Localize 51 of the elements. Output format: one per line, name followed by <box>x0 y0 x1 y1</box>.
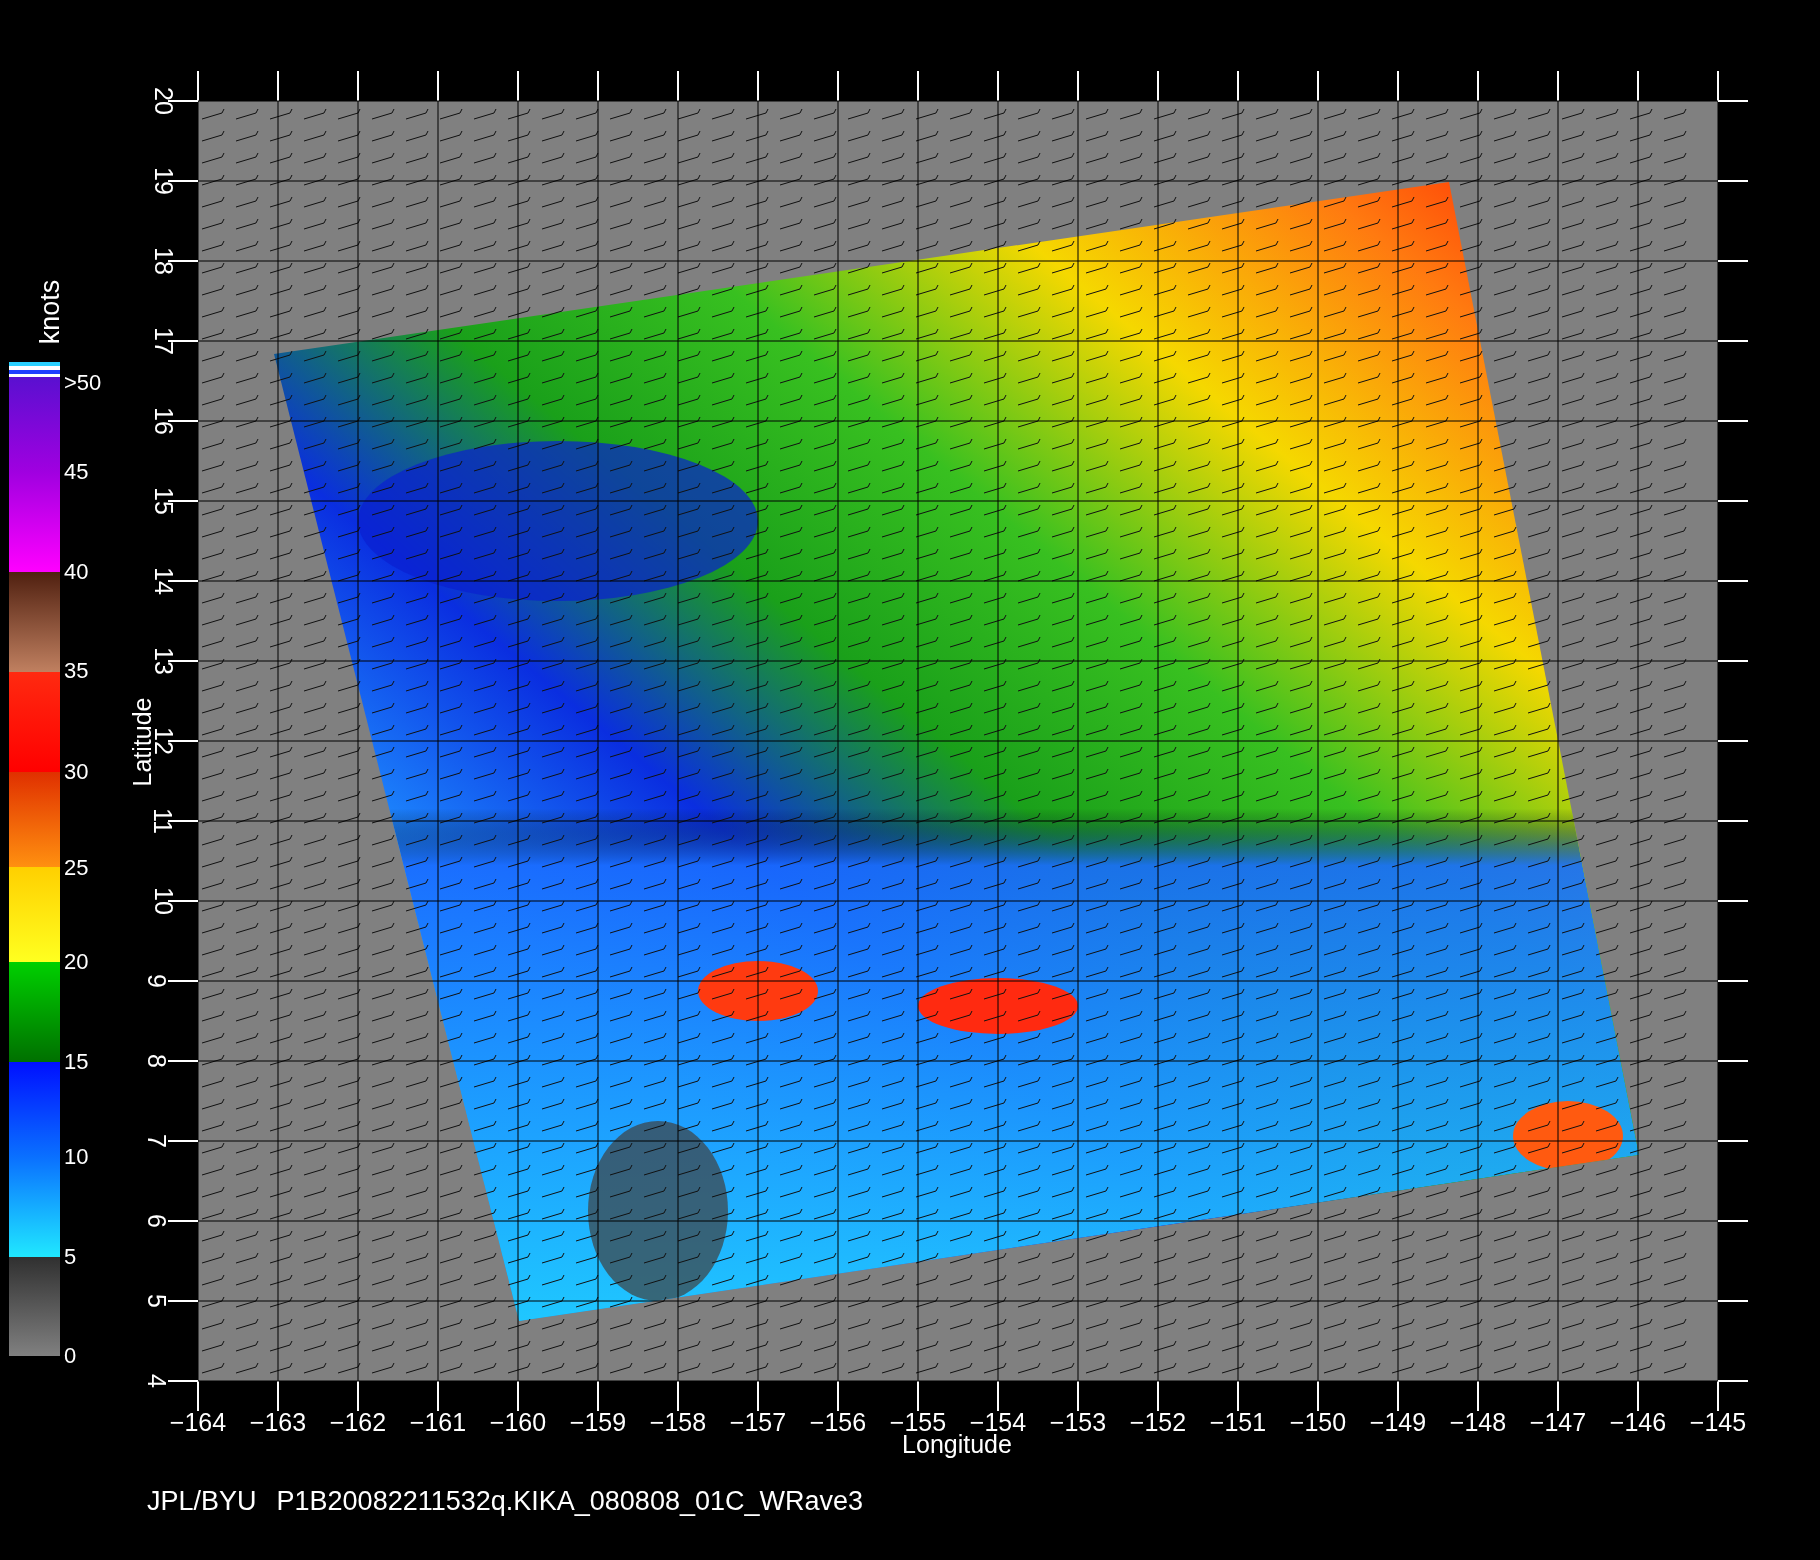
unit-label: knots <box>36 279 64 345</box>
x-tick-label: −162 <box>329 1410 387 1435</box>
footer-text: P1B20082211532q.KIKA_080808_01C_WRave3 <box>276 1488 863 1515</box>
x-tick-label: −164 <box>169 1410 227 1435</box>
y-tick-label: 11 <box>150 808 176 834</box>
x-tick-label: −161 <box>409 1410 467 1435</box>
x-tick-label: −153 <box>1049 1410 1107 1435</box>
scale-label: 40 <box>64 561 89 583</box>
x-tick-label: −147 <box>1529 1410 1587 1435</box>
x-tick-label: −154 <box>969 1410 1027 1435</box>
scale-label: 25 <box>64 857 89 879</box>
y-tick-label: 18 <box>151 247 177 275</box>
scale-label: 10 <box>64 1146 89 1168</box>
y-tick-label: 13 <box>151 647 177 675</box>
scale-label: >50 <box>64 372 102 394</box>
y-tick-label: 16 <box>151 407 177 435</box>
scale-label: 45 <box>64 461 89 483</box>
y-tick-label: 10 <box>151 887 177 915</box>
y-tick-label: 4 <box>144 1374 170 1388</box>
y-tick-label: 5 <box>144 1294 170 1308</box>
x-tick-label: −146 <box>1609 1410 1667 1435</box>
scale-label: 35 <box>64 660 89 682</box>
scale-label: 30 <box>64 761 89 783</box>
scale-label: 15 <box>64 1051 89 1073</box>
x-tick-label: −151 <box>1209 1410 1267 1435</box>
scale-label: 5 <box>64 1246 77 1268</box>
y-tick-label: 15 <box>151 487 177 515</box>
x-tick-label: −148 <box>1449 1410 1507 1435</box>
scale-label: 20 <box>64 951 89 973</box>
y-tick-label: 19 <box>151 167 177 195</box>
x-tick-label: −155 <box>889 1410 947 1435</box>
x-tick-label: −163 <box>249 1410 307 1435</box>
x-axis-label: Longitude <box>902 1432 1012 1457</box>
y-tick-label: 20 <box>151 87 177 115</box>
x-tick-label: −157 <box>729 1410 787 1435</box>
x-tick-label: −160 <box>489 1410 547 1435</box>
y-tick-label: 17 <box>151 327 177 355</box>
y-tick-label: 8 <box>144 1054 170 1068</box>
x-tick-label: −156 <box>809 1410 867 1435</box>
y-tick-label: 9 <box>144 974 170 988</box>
footer-text: JPL/BYU <box>147 1488 257 1515</box>
y-tick-label: 14 <box>151 567 177 595</box>
x-tick-label: −152 <box>1129 1410 1187 1435</box>
x-tick-label: −149 <box>1369 1410 1427 1435</box>
x-tick-label: −145 <box>1689 1410 1747 1435</box>
y-tick-label: 6 <box>144 1214 170 1228</box>
x-tick-label: −150 <box>1289 1410 1347 1435</box>
scale-label: 0 <box>64 1345 77 1367</box>
x-tick-label: −158 <box>649 1410 707 1435</box>
x-tick-label: −159 <box>569 1410 627 1435</box>
y-tick-label: 7 <box>144 1134 170 1148</box>
